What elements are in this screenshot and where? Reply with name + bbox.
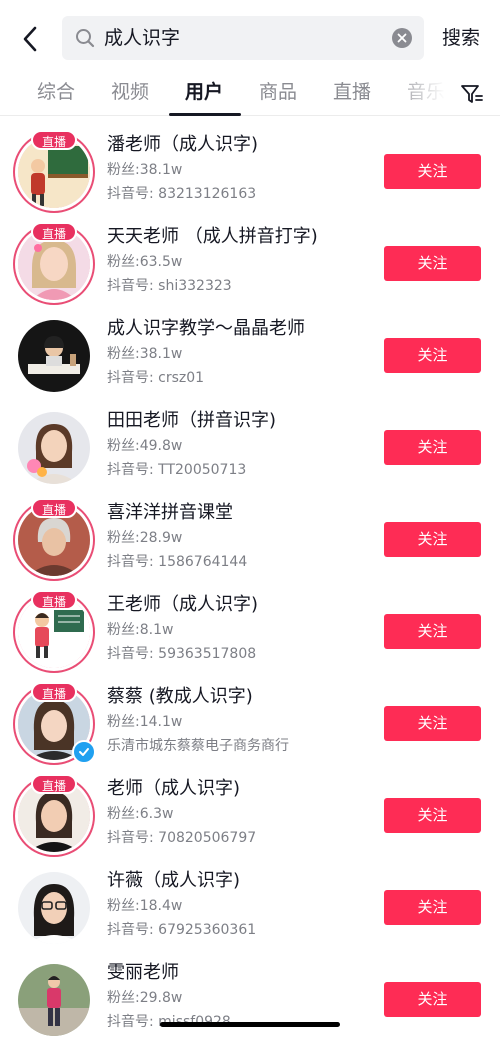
douyin-id: 抖音号: 67925360361 bbox=[107, 922, 257, 938]
follow-button[interactable]: 关注 bbox=[384, 522, 481, 557]
user-avatar[interactable] bbox=[14, 408, 94, 488]
user-avatar[interactable]: 直播 bbox=[14, 498, 94, 580]
follow-button[interactable]: 关注 bbox=[384, 338, 481, 373]
user-row[interactable]: 直播 老师（成人识字) 粉丝:6.3w 抖音号: 70820506797 关注 bbox=[0, 770, 500, 862]
live-badge: 直播 bbox=[31, 590, 77, 610]
user-name[interactable]: 雯丽老师 bbox=[107, 960, 179, 986]
follow-button[interactable]: 关注 bbox=[384, 706, 481, 741]
user-name[interactable]: 许薇（成人识字) bbox=[107, 868, 240, 894]
tab-video[interactable]: 视频 bbox=[111, 78, 149, 106]
douyin-id: 抖音号: 83213126163 bbox=[107, 186, 257, 202]
user-row[interactable]: 许薇（成人识字) 粉丝:18.4w 抖音号: 67925360361 关注 bbox=[0, 862, 500, 954]
user-avatar[interactable]: 直播 bbox=[14, 130, 94, 212]
user-row[interactable]: 直播 蔡蔡 (教成人识字) 粉丝:14.1w 乐清市城东蔡蔡电子商务商行 关注 bbox=[0, 678, 500, 770]
user-name[interactable]: 王老师（成人识字) bbox=[107, 592, 258, 618]
live-badge: 直播 bbox=[31, 498, 77, 518]
avatar bbox=[18, 412, 90, 484]
search-input[interactable]: 成人识字 bbox=[62, 16, 424, 60]
live-badge: 直播 bbox=[31, 130, 77, 150]
fan-count: 粉丝:38.1w bbox=[107, 346, 183, 362]
user-name[interactable]: 天天老师 （成人拼音打字) bbox=[107, 224, 318, 250]
user-avatar[interactable]: 直播 bbox=[14, 774, 94, 856]
follow-button[interactable]: 关注 bbox=[384, 982, 481, 1017]
user-name[interactable]: 潘老师（成人识字) bbox=[107, 132, 258, 158]
fan-count: 粉丝:49.8w bbox=[107, 438, 183, 454]
business-name: 乐清市城东蔡蔡电子商务商行 bbox=[107, 738, 289, 754]
tab-users[interactable]: 用户 bbox=[185, 78, 223, 106]
user-name[interactable]: 成人识字教学～晶晶老师 bbox=[107, 316, 305, 342]
user-name[interactable]: 田田老师（拼音识字) bbox=[107, 408, 276, 434]
user-row[interactable]: 雯丽老师 粉丝:29.8w 抖音号: missf0928 关注 bbox=[0, 954, 500, 1040]
fan-count: 粉丝:8.1w bbox=[107, 622, 174, 638]
live-badge: 直播 bbox=[31, 682, 77, 702]
douyin-id: 抖音号: 59363517808 bbox=[107, 646, 257, 662]
live-badge: 直播 bbox=[31, 222, 77, 242]
top-bar: 成人识字 搜索 bbox=[0, 0, 500, 74]
live-badge: 直播 bbox=[31, 774, 77, 794]
fan-count: 粉丝:63.5w bbox=[107, 254, 183, 270]
follow-button[interactable]: 关注 bbox=[384, 798, 481, 833]
search-icon bbox=[76, 29, 95, 48]
user-avatar[interactable]: 直播 bbox=[14, 590, 94, 672]
user-row[interactable]: 直播 喜洋洋拼音课堂 粉丝:28.9w 抖音号: 1586764144 关注 bbox=[0, 494, 500, 586]
home-indicator[interactable] bbox=[160, 1022, 340, 1027]
douyin-id: 抖音号: 70820506797 bbox=[107, 830, 257, 846]
user-row[interactable]: 直播 潘老师（成人识字) 粉丝:38.1w 抖音号: 83213126163 关… bbox=[0, 126, 500, 218]
follow-button[interactable]: 关注 bbox=[384, 154, 481, 189]
user-avatar[interactable] bbox=[14, 868, 94, 948]
fan-count: 粉丝:29.8w bbox=[107, 990, 183, 1006]
search-submit-button[interactable]: 搜索 bbox=[442, 24, 480, 52]
user-row[interactable]: 成人识字教学～晶晶老师 粉丝:38.1w 抖音号: crsz01 关注 bbox=[0, 310, 500, 402]
follow-button[interactable]: 关注 bbox=[384, 430, 481, 465]
back-button[interactable] bbox=[14, 22, 48, 56]
user-row[interactable]: 直播 天天老师 （成人拼音打字) 粉丝:63.5w 抖音号: shi332323… bbox=[0, 218, 500, 310]
tab-live[interactable]: 直播 bbox=[333, 78, 371, 106]
user-avatar[interactable] bbox=[14, 316, 94, 396]
user-name[interactable]: 蔡蔡 (教成人识字) bbox=[107, 684, 253, 710]
fan-count: 粉丝:38.1w bbox=[107, 162, 183, 178]
avatar bbox=[18, 964, 90, 1036]
follow-button[interactable]: 关注 bbox=[384, 890, 481, 925]
fan-count: 粉丝:18.4w bbox=[107, 898, 183, 914]
chevron-left-icon bbox=[23, 26, 37, 52]
user-avatar[interactable]: 直播 bbox=[14, 222, 94, 304]
filter-icon[interactable] bbox=[460, 82, 484, 106]
close-icon bbox=[397, 33, 407, 43]
avatar bbox=[18, 320, 90, 392]
avatar bbox=[18, 872, 90, 944]
tab-music[interactable]: 音乐 bbox=[407, 78, 445, 106]
douyin-id: 抖音号: crsz01 bbox=[107, 370, 205, 386]
user-name[interactable]: 老师（成人识字) bbox=[107, 776, 240, 802]
user-avatar[interactable] bbox=[14, 960, 94, 1040]
fan-count: 粉丝:14.1w bbox=[107, 714, 183, 730]
douyin-id: 抖音号: shi332323 bbox=[107, 278, 232, 294]
fan-count: 粉丝:28.9w bbox=[107, 530, 183, 546]
verified-icon bbox=[72, 740, 96, 764]
user-name[interactable]: 喜洋洋拼音课堂 bbox=[107, 500, 233, 526]
user-row[interactable]: 直播 王老师（成人识字) 粉丝:8.1w 抖音号: 59363517808 关注 bbox=[0, 586, 500, 678]
user-avatar[interactable]: 直播 bbox=[14, 682, 96, 764]
tab-products[interactable]: 商品 bbox=[259, 78, 297, 106]
follow-button[interactable]: 关注 bbox=[384, 614, 481, 649]
douyin-id: 抖音号: TT20050713 bbox=[107, 462, 247, 478]
fan-count: 粉丝:6.3w bbox=[107, 806, 174, 822]
follow-button[interactable]: 关注 bbox=[384, 246, 481, 281]
result-tabs: 综合 视频 用户 商品 直播 音乐 bbox=[0, 74, 500, 116]
user-row[interactable]: 田田老师（拼音识字) 粉丝:49.8w 抖音号: TT20050713 关注 bbox=[0, 402, 500, 494]
tab-comprehensive[interactable]: 综合 bbox=[37, 78, 75, 106]
active-tab-indicator bbox=[169, 113, 241, 116]
douyin-id: 抖音号: 1586764144 bbox=[107, 554, 248, 570]
search-query: 成人识字 bbox=[104, 27, 181, 49]
clear-search-button[interactable] bbox=[392, 28, 412, 48]
